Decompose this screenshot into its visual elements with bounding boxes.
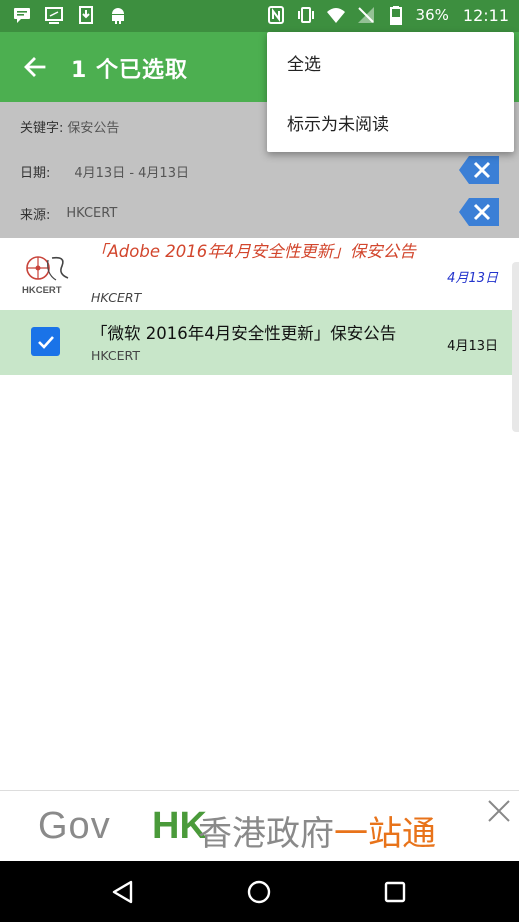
ad-banner[interactable]: Gov HK 香港政府 一站通 bbox=[0, 790, 519, 861]
circle-home-icon bbox=[247, 880, 271, 904]
list-item-selected[interactable]: 「微软 2016年4月安全性更新」保安公告 HKCERT 4月13日 bbox=[0, 310, 512, 375]
navigation-bar bbox=[0, 861, 519, 922]
article-date: 4月13日 bbox=[447, 271, 498, 286]
download-icon bbox=[76, 5, 96, 25]
clear-date-filter-button[interactable] bbox=[459, 155, 499, 185]
ad-close-button[interactable] bbox=[487, 799, 511, 823]
close-icon bbox=[488, 800, 510, 822]
selected-checkbox[interactable] bbox=[31, 327, 60, 356]
clear-tag-icon bbox=[459, 156, 499, 184]
triangle-back-icon bbox=[112, 880, 133, 904]
status-bar: 36% 12:11 bbox=[0, 0, 519, 32]
list-item[interactable]: HKCERT 「Adobe 2016年4月安全性更新」保安公告 HKCERT 4… bbox=[0, 238, 512, 310]
date-filter: 日期: 4月13日 - 4月13日 bbox=[20, 157, 189, 185]
overflow-menu: 全选 标示为未阅读 bbox=[267, 32, 514, 152]
fast-scroll-handle[interactable] bbox=[512, 262, 519, 432]
date-value: 4月13日 - 4月13日 bbox=[74, 165, 189, 181]
battery-percentage: 36% bbox=[415, 6, 449, 24]
menu-item-mark-unread[interactable]: 标示为未阅读 bbox=[287, 110, 389, 135]
nav-back-button[interactable] bbox=[110, 879, 136, 905]
wifi-icon bbox=[326, 5, 346, 25]
keyword-label: 关键字: bbox=[20, 120, 64, 136]
keyword-value: 保安公告 bbox=[67, 120, 120, 136]
chat-icon bbox=[12, 5, 32, 25]
check-icon bbox=[37, 335, 54, 349]
nav-recents-button[interactable] bbox=[382, 879, 408, 905]
source-value: HKCERT bbox=[66, 205, 118, 221]
source-label: 来源: bbox=[20, 207, 51, 223]
nav-home-button[interactable] bbox=[246, 879, 272, 905]
back-arrow-icon bbox=[24, 57, 46, 77]
article-title: 「微软 2016年4月安全性更新」保安公告 bbox=[91, 324, 397, 343]
svg-text:HKCERT: HKCERT bbox=[22, 285, 62, 296]
clock: 12:11 bbox=[462, 5, 509, 25]
ad-chinese-text: 香港政府 bbox=[198, 814, 334, 854]
article-date: 4月13日 bbox=[447, 339, 498, 354]
square-recents-icon bbox=[384, 881, 406, 903]
keyword-filter: 关键字: 保安公告 bbox=[20, 112, 119, 140]
ad-chinese-text-highlight: 一站通 bbox=[334, 814, 436, 854]
battery-icon bbox=[386, 5, 406, 25]
article-source: HKCERT bbox=[91, 290, 142, 305]
clear-tag-icon bbox=[459, 198, 499, 226]
hkcert-logo: HKCERT bbox=[22, 252, 70, 296]
cast-icon bbox=[44, 5, 64, 25]
date-label: 日期: bbox=[20, 165, 51, 181]
article-title: 「Adobe 2016年4月安全性更新」保安公告 bbox=[91, 242, 416, 261]
no-signal-icon bbox=[356, 5, 376, 25]
nfc-icon bbox=[266, 5, 286, 25]
ad-gov-text: Gov bbox=[38, 805, 111, 847]
menu-item-select-all[interactable]: 全选 bbox=[287, 50, 321, 75]
android-icon bbox=[108, 5, 128, 25]
selection-count-title: 1 个已选取 bbox=[71, 58, 188, 83]
clear-source-filter-button[interactable] bbox=[459, 197, 499, 227]
article-source: HKCERT bbox=[91, 348, 140, 363]
vibrate-icon bbox=[296, 5, 316, 25]
back-button[interactable] bbox=[18, 50, 52, 84]
source-filter: 来源: HKCERT bbox=[20, 199, 117, 227]
